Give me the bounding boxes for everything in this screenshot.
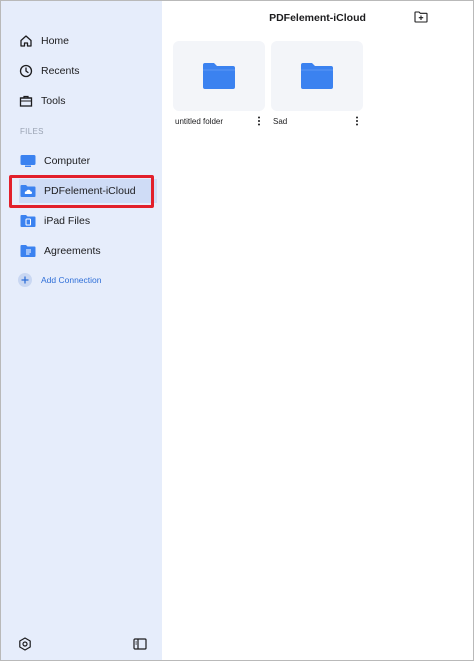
sidebar-toggle-icon[interactable] (133, 637, 147, 651)
sidebar-item-computer[interactable]: Computer (19, 149, 157, 173)
sidebar-item-pdfelement-icloud[interactable]: PDFelement-iCloud (19, 179, 157, 203)
folder-icon (301, 63, 333, 89)
cloud-folder-icon (19, 182, 37, 200)
sidebar-item-tools[interactable]: Tools (17, 89, 157, 113)
toolbox-icon (17, 92, 35, 110)
sidebar-item-label: Agreements (44, 245, 101, 257)
sidebar-item-label: PDFelement-iCloud (44, 185, 136, 197)
home-icon (17, 32, 35, 50)
folder-name: Sad (273, 116, 288, 126)
sidebar-item-label: iPad Files (44, 215, 91, 227)
sidebar-item-home[interactable]: Home (17, 29, 157, 53)
sidebar-item-ipad-files[interactable]: iPad Files (19, 209, 157, 233)
sidebar-item-recents[interactable]: Recents (17, 59, 157, 83)
add-connection-button[interactable]: Add Connection (18, 273, 102, 287)
settings-icon[interactable] (18, 637, 32, 651)
plus-icon (18, 273, 32, 287)
sidebar-item-label: Tools (41, 95, 66, 107)
new-folder-icon[interactable] (414, 10, 428, 24)
sidebar-item-label: Recents (41, 65, 80, 77)
folder-thumbnail[interactable] (271, 41, 363, 111)
section-label-files: FILES (20, 127, 44, 136)
add-connection-label: Add Connection (41, 275, 102, 285)
sidebar-item-label: Home (41, 35, 70, 47)
more-options-icon[interactable] (253, 114, 265, 128)
sidebar-item-label: Computer (44, 155, 91, 167)
folder-name: untitled folder (175, 116, 224, 126)
monitor-icon (19, 152, 37, 170)
clock-icon (17, 62, 35, 80)
more-options-icon[interactable] (351, 114, 363, 128)
sidebar: Home Recents Tools FILES Computer PDFele… (1, 1, 162, 660)
folder-icon (203, 63, 235, 89)
sidebar-item-agreements[interactable]: Agreements (19, 239, 157, 263)
folder-tile[interactable]: untitled folder (173, 41, 265, 128)
folder-thumbnail[interactable] (173, 41, 265, 111)
main-content: PDFelement-iCloud untitled folder Sad (162, 1, 473, 660)
ipad-folder-icon (19, 212, 37, 230)
document-folder-icon (19, 242, 37, 260)
folder-tile[interactable]: Sad (271, 41, 363, 128)
